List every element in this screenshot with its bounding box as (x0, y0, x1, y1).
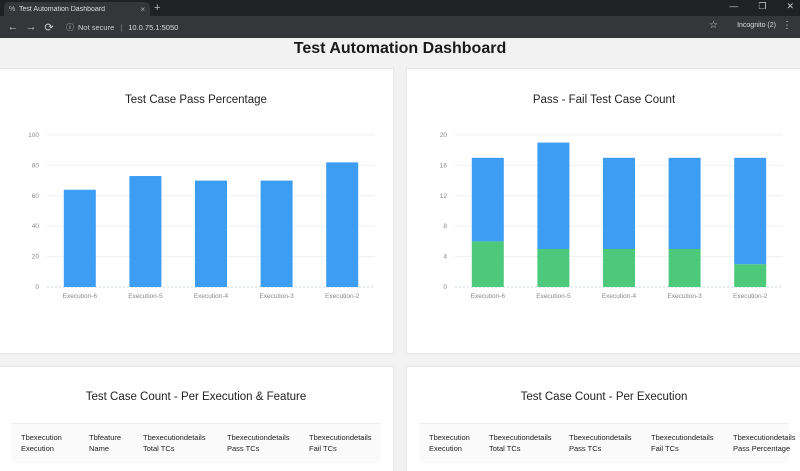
y-tick-label: 4 (443, 254, 447, 261)
y-tick-label: 100 (28, 132, 39, 139)
y-tick-label: 16 (440, 162, 448, 169)
bar-segment (734, 157, 767, 265)
browser-toolbar: ← → ⟳ ⓘ Not secure | 10.0.75.1:5050 ☆ In… (0, 16, 800, 38)
column-header[interactable]: Tbexecution Execution (429, 432, 470, 454)
x-tick-label: Execution-5 (128, 293, 163, 300)
bar (326, 162, 359, 287)
y-tick-label: 8 (443, 223, 447, 230)
x-tick-label: Execution-3 (667, 293, 702, 300)
bar (129, 176, 162, 287)
close-tab-icon[interactable]: × (140, 5, 145, 14)
incognito-badge[interactable]: Incognito (2) (737, 22, 776, 29)
x-tick-label: Execution-5 (536, 293, 571, 300)
bar-segment (471, 241, 504, 287)
column-header[interactable]: Tbfeature Name (89, 432, 121, 454)
bar-segment (603, 157, 635, 249)
per-execution-feature-card: Test Case Count - Per Execution & Featur… (0, 366, 394, 471)
bar-segment (668, 157, 701, 249)
column-header[interactable]: Tbexecutiondetails Fail TCs (309, 432, 372, 454)
column-header[interactable]: Tbexecutiondetails Total TCs (489, 432, 552, 454)
menu-icon[interactable]: ⋮ (782, 20, 792, 31)
separator: | (120, 22, 123, 32)
y-tick-label: 20 (32, 254, 40, 261)
restore-icon[interactable]: ❐ (758, 1, 766, 12)
forward-icon[interactable]: → (22, 21, 40, 33)
bar-segment (668, 249, 701, 287)
card-title: Test Case Count - Per Execution (520, 391, 688, 403)
bar-segment (603, 249, 635, 287)
x-tick-label: Execution-4 (194, 293, 229, 300)
minimize-icon[interactable]: — (729, 1, 738, 12)
back-icon[interactable]: ← (4, 21, 22, 33)
table-header: Tbexecution Execution Tbfeature Name Tbexe… (11, 423, 381, 463)
y-tick-label: 20 (440, 132, 448, 139)
window-controls: — ❐ ✕ (729, 1, 794, 12)
y-tick-label: 12 (440, 193, 448, 200)
pass-percentage-card: Test Case Pass Percentage 0 20 40 60 80 100 Ex… (0, 68, 394, 354)
y-tick-label: 40 (32, 223, 40, 230)
column-header[interactable]: Tbexecutiondetails Pass Percentage (733, 432, 796, 454)
tab-title: Test Automation Dashboard (19, 5, 105, 13)
bar (63, 189, 96, 287)
y-tick-label: 0 (35, 284, 39, 291)
favicon-icon: % (9, 5, 16, 13)
address-bar[interactable]: ⓘ Not secure | 10.0.75.1:5050 (66, 19, 686, 35)
browser-tab[interactable]: % Test Automation Dashboard × (4, 2, 150, 16)
y-tick-label: 80 (32, 162, 40, 169)
browser-tab-bar: % Test Automation Dashboard × + — ❐ ✕ (0, 0, 800, 16)
per-execution-card: Test Case Count - Per Execution Tbexecut… (406, 366, 800, 471)
info-icon[interactable]: ⓘ (66, 22, 74, 33)
x-tick-label: Execution-6 (471, 293, 506, 300)
x-tick-label: Execution-4 (602, 293, 637, 300)
x-tick-label: Execution-6 (63, 293, 98, 300)
table-header: Tbexecution Execution Tbexecutiondetails T… (419, 423, 796, 463)
new-tab-button[interactable]: + (154, 2, 160, 14)
bar-segment (734, 264, 767, 287)
bar-segment (537, 142, 570, 249)
x-tick-label: Execution-2 (733, 293, 768, 300)
bar-segment (471, 157, 504, 242)
y-tick-label: 60 (32, 193, 40, 200)
x-tick-label: Execution-3 (259, 293, 294, 300)
bar (260, 180, 293, 287)
pass-fail-chart: 0 4 8 12 16 20 Execution-6 Execution-5 Execution… (440, 132, 783, 300)
url-text[interactable]: 10.0.75.1:5050 (128, 23, 178, 32)
column-header[interactable]: Tbexecution Execution (21, 432, 62, 454)
column-header[interactable]: Tbexecutiondetails Pass TCs (569, 432, 632, 454)
column-header[interactable]: Tbexecutiondetails Fail TCs (651, 432, 714, 454)
close-window-icon[interactable]: ✕ (786, 1, 794, 12)
card-title: Test Case Count - Per Execution & Featur… (85, 391, 307, 403)
not-secure-label: Not secure (78, 22, 115, 32)
bar-segment (537, 249, 570, 287)
x-tick-label: Execution-2 (325, 293, 360, 300)
reload-icon[interactable]: ⟳ (40, 21, 58, 34)
bookmark-star-icon[interactable]: ☆ (709, 20, 718, 31)
page-title: Test Automation Dashboard (293, 40, 507, 57)
column-header[interactable]: Tbexecutiondetails Pass TCs (227, 432, 290, 454)
column-header[interactable]: Tbexecutiondetails Total TCs (143, 432, 206, 454)
bar (195, 180, 227, 287)
pass-fail-card: Pass - Fail Test Case Count 0 4 8 12 16 20 Exe… (406, 68, 800, 354)
pass-percentage-chart: 0 20 40 60 80 100 Execution-6 Execution-5 Execut… (28, 132, 375, 300)
y-tick-label: 0 (443, 284, 447, 291)
